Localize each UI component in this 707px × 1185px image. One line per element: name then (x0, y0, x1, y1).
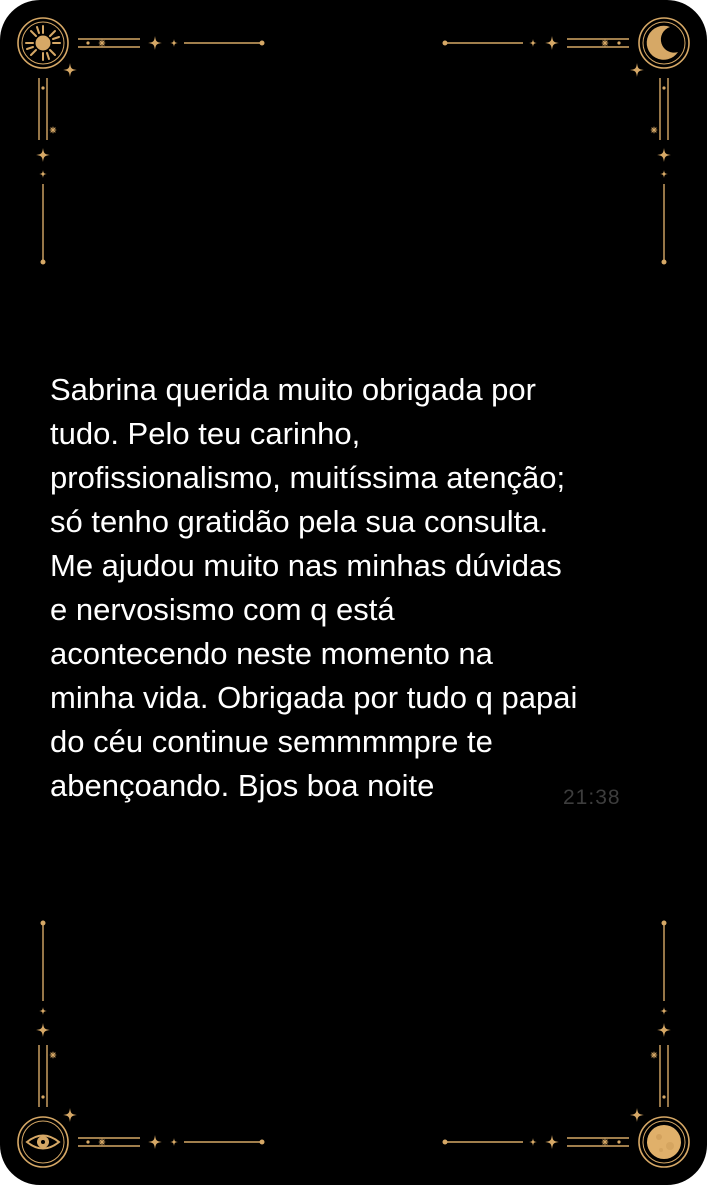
eye-icon (25, 1134, 61, 1150)
message-line: acontecendo neste momento na (50, 636, 493, 671)
full-moon-icon (647, 1125, 681, 1159)
message-line: Sabrina querida muito obrigada por (50, 372, 536, 407)
message-screen: Sabrina querida muito obrigada por tudo.… (0, 0, 707, 1185)
message-line: só tenho gratidão pela sua consulta. (50, 504, 549, 539)
message-text: Sabrina querida muito obrigada por tudo.… (50, 368, 650, 808)
message-line: profissionalismo, muitíssima atenção; (50, 460, 566, 495)
message-line: e nervosismo com q está (50, 592, 395, 627)
message-line: tudo. Pelo teu carinho, (50, 416, 361, 451)
message-line: do céu continue semmmmpre te (50, 724, 493, 759)
message-line: Me ajudou muito nas minhas dúvidas (50, 548, 562, 583)
message-line: minha vida. Obrigada por tudo q papai (50, 680, 578, 715)
message-timestamp: 21:38 (563, 786, 621, 809)
corner-ornament-bottom-left (18, 921, 265, 1168)
crescent-moon-icon (646, 25, 678, 60)
sun-icon (25, 25, 61, 61)
message-line: abençoando. Bjos boa noite (50, 768, 435, 803)
